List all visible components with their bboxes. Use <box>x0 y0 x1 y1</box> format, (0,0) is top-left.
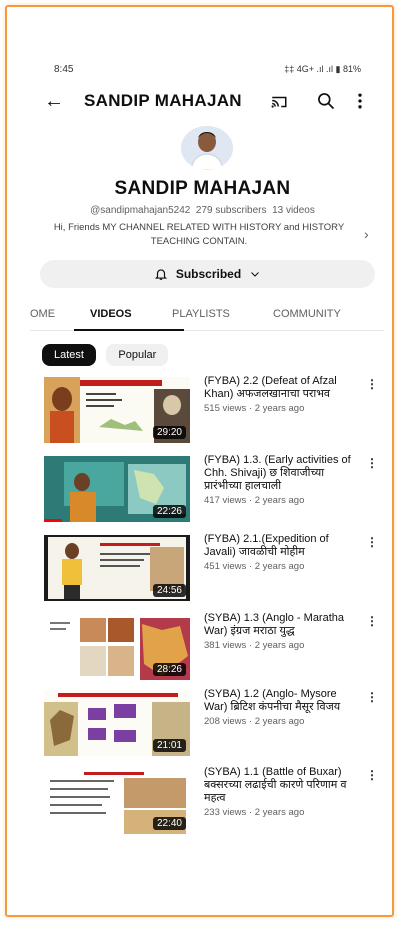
video-count: 13 videos <box>272 205 315 216</box>
video-duration: 22:26 <box>152 505 186 518</box>
search-icon[interactable] <box>316 91 336 111</box>
video-more-icon[interactable]: ⋮ <box>366 690 378 704</box>
video-item[interactable]: 24:56 (FYBA) 2.1.(Expedition of Javali) … <box>44 533 384 605</box>
video-title[interactable]: (FYBA) 2.1.(Expedition of Javali) जावळीच… <box>204 533 362 573</box>
video-thumbnail[interactable]: 29:20 <box>44 377 190 443</box>
video-title-text: (SYBA) 1.1 (Battle of Buxar) बक्सरच्या ल… <box>204 766 347 804</box>
video-meta: 208 views · 2 years ago <box>204 716 305 727</box>
sort-chips: Latest Popular <box>42 344 174 366</box>
video-item[interactable]: 29:20 (FYBA) 2.2 (Defeat of Afzal Khan) … <box>44 375 384 447</box>
video-duration: 21:01 <box>152 739 186 752</box>
status-time: 8:45 <box>54 64 74 75</box>
video-meta: 451 views · 2 years ago <box>204 561 305 572</box>
video-title[interactable]: (FYBA) 1.3. (Early activities of Chh. Sh… <box>204 454 362 507</box>
video-age: 2 years ago <box>254 716 305 727</box>
chip-popular[interactable]: Popular <box>106 344 169 366</box>
video-thumbnail[interactable]: 22:40 <box>44 768 190 834</box>
video-meta: 515 views · 2 years ago <box>204 403 305 414</box>
tab-videos[interactable]: VIDEOS <box>90 308 132 320</box>
video-meta: 381 views · 2 years ago <box>204 640 305 651</box>
video-more-icon[interactable]: ⋮ <box>366 535 378 549</box>
app-bar-title: SANDIP MAHAJAN <box>84 91 242 110</box>
channel-handle: @sandipmahajan5242 <box>90 205 191 216</box>
subscriber-count: 279 subscribers <box>195 205 267 216</box>
video-views: 233 views <box>204 807 247 818</box>
chevron-down-icon <box>251 272 260 277</box>
video-more-icon[interactable]: ⋮ <box>366 768 378 782</box>
channel-tabs: OME VIDEOS PLAYLISTS COMMUNITY <box>30 300 384 331</box>
watch-progress-bar <box>44 519 62 522</box>
video-age: 2 years ago <box>254 640 305 651</box>
video-title-text: (FYBA) 2.1.(Expedition of Javali) जावळीच… <box>204 533 329 558</box>
chip-latest[interactable]: Latest <box>42 344 96 366</box>
bell-icon <box>154 269 167 280</box>
chevron-right-icon[interactable]: › <box>364 226 369 242</box>
video-title[interactable]: (SYBA) 1.1 (Battle of Buxar) बक्सरच्या ल… <box>204 766 362 819</box>
tab-community[interactable]: COMMUNITY <box>273 308 341 320</box>
video-duration: 28:26 <box>152 663 186 676</box>
video-thumbnail[interactable]: 21:01 <box>44 690 190 756</box>
channel-name: SANDIP MAHAJAN <box>114 178 291 199</box>
video-meta: 417 views · 2 years ago <box>204 495 305 506</box>
video-views: 417 views <box>204 495 247 506</box>
video-title[interactable]: (SYBA) 1.3 (Anglo - Maratha War) इंग्रज … <box>204 612 362 652</box>
video-views: 515 views <box>204 403 247 414</box>
status-indicators: ‡‡ 4G+ .ıl .ıl ▮ 81% <box>284 64 361 74</box>
app-bar: ← SANDIP MAHAJAN <box>40 88 371 116</box>
cast-icon[interactable] <box>270 93 288 111</box>
subscribed-button[interactable]: Subscribed <box>40 260 375 288</box>
video-age: 2 years ago <box>254 403 305 414</box>
video-title-text: (SYBA) 1.3 (Anglo - Maratha War) इंग्रज … <box>204 612 345 637</box>
video-age: 2 years ago <box>254 561 305 572</box>
video-meta: 233 views · 2 years ago <box>204 807 305 818</box>
video-views: 451 views <box>204 561 247 572</box>
video-title-text: (FYBA) 1.3. (Early activities of Chh. Sh… <box>204 454 351 492</box>
video-age: 2 years ago <box>254 807 305 818</box>
subscribed-label: Subscribed <box>175 267 242 281</box>
channel-description[interactable]: Hi, Friends MY CHANNEL RELATED WITH HIST… <box>40 221 358 249</box>
video-duration: 22:40 <box>152 817 186 830</box>
tab-playlists[interactable]: PLAYLISTS <box>172 308 230 320</box>
channel-avatar[interactable] <box>181 126 233 170</box>
video-title[interactable]: (SYBA) 1.2 (Anglo- Mysore War) ब्रिटिश क… <box>204 688 362 728</box>
video-views: 208 views <box>204 716 247 727</box>
video-title-text: (SYBA) 1.2 (Anglo- Mysore War) ब्रिटिश क… <box>204 688 341 713</box>
video-item[interactable]: 28:26 (SYBA) 1.3 (Anglo - Maratha War) इ… <box>44 612 384 684</box>
video-views: 381 views <box>204 640 247 651</box>
video-item[interactable]: 21:01 (SYBA) 1.2 (Anglo- Mysore War) ब्र… <box>44 688 384 760</box>
video-thumbnail[interactable]: 22:26 <box>44 456 190 522</box>
video-item[interactable]: 22:26 (FYBA) 1.3. (Early activities of C… <box>44 454 384 526</box>
channel-meta: @sandipmahajan5242 279 subscribers 13 vi… <box>0 205 405 216</box>
tab-home[interactable]: OME <box>30 308 55 320</box>
video-more-icon[interactable]: ⋮ <box>366 456 378 470</box>
video-more-icon[interactable]: ⋮ <box>366 614 378 628</box>
video-title[interactable]: (FYBA) 2.2 (Defeat of Afzal Khan) अफजलखा… <box>204 375 362 415</box>
video-title-text: (FYBA) 2.2 (Defeat of Afzal Khan) अफजलखा… <box>204 375 337 400</box>
video-more-icon[interactable]: ⋮ <box>366 377 378 391</box>
video-item[interactable]: 22:40 (SYBA) 1.1 (Battle of Buxar) बक्सर… <box>44 766 384 838</box>
video-duration: 29:20 <box>152 426 186 439</box>
video-thumbnail[interactable]: 28:26 <box>44 614 190 680</box>
video-thumbnail[interactable]: 24:56 <box>44 535 190 601</box>
video-duration: 24:56 <box>152 584 186 597</box>
video-age: 2 years ago <box>254 495 305 506</box>
more-options-icon[interactable] <box>356 91 364 111</box>
back-arrow-icon[interactable]: ← <box>44 88 64 114</box>
active-tab-indicator <box>74 329 184 331</box>
